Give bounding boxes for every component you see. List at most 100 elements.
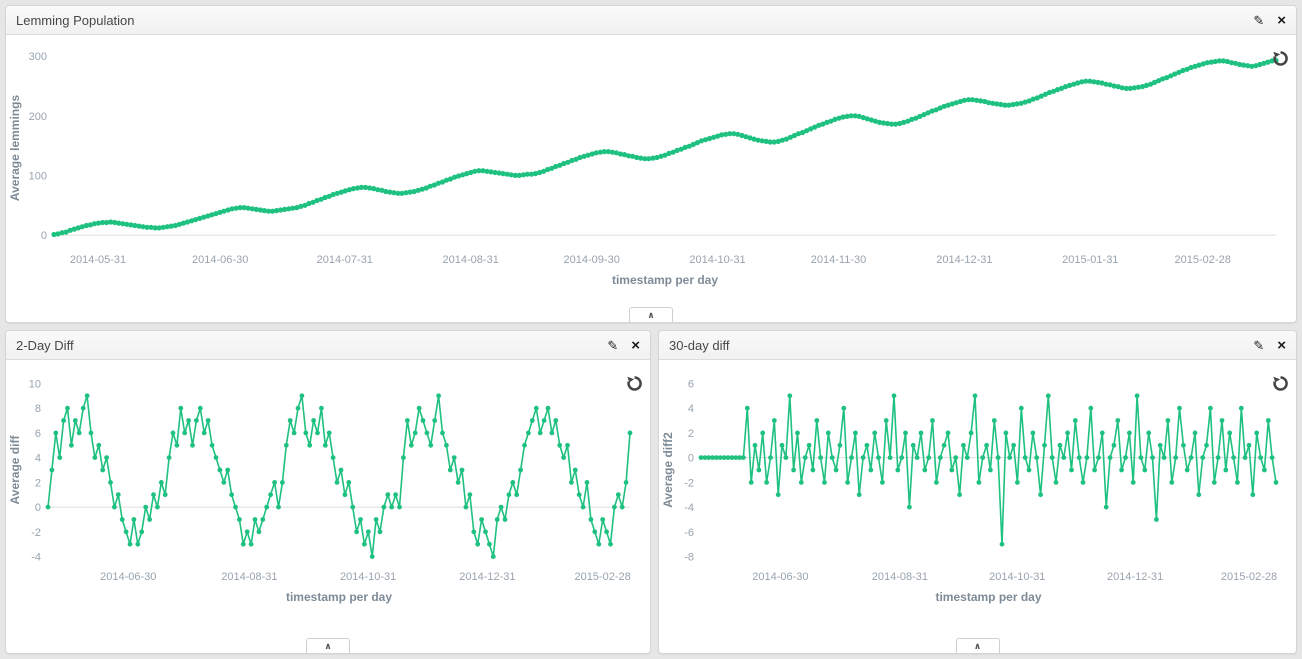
- data-point: [942, 443, 947, 448]
- data-point: [237, 517, 242, 522]
- y-tick-label: 6: [35, 428, 41, 440]
- data-point: [343, 492, 348, 497]
- data-point: [417, 406, 422, 411]
- data-point: [93, 455, 98, 460]
- y-axis-title: Average diff: [8, 435, 22, 505]
- data-point: [934, 480, 939, 485]
- collapse-panel-button[interactable]: ∧: [306, 638, 350, 653]
- y-tick-label: -4: [684, 502, 694, 514]
- data-point: [436, 393, 441, 398]
- data-point: [565, 443, 570, 448]
- data-point: [1166, 418, 1171, 423]
- data-point: [628, 431, 633, 436]
- data-point: [1154, 517, 1159, 522]
- data-point: [984, 443, 989, 448]
- edit-icon[interactable]: ✎: [1253, 14, 1264, 27]
- data-point: [210, 443, 215, 448]
- thirty-day-diff-chart[interactable]: 6420-2-4-6-82014-06-302014-08-312014-10-…: [659, 364, 1294, 616]
- collapse-panel-button[interactable]: ∧: [629, 307, 673, 322]
- data-point: [876, 455, 881, 460]
- panel-header[interactable]: 2-Day Diff ✎ ×: [6, 331, 650, 360]
- data-point: [1081, 480, 1086, 485]
- x-tick-label: 2014-08-31: [221, 571, 277, 583]
- close-icon[interactable]: ×: [1277, 13, 1286, 28]
- x-tick-label: 2015-01-31: [1062, 254, 1118, 266]
- data-point: [1050, 455, 1055, 460]
- data-point: [550, 431, 555, 436]
- close-icon[interactable]: ×: [1277, 338, 1286, 353]
- y-tick-label: 100: [29, 170, 47, 182]
- data-point: [1185, 468, 1190, 473]
- data-point: [1096, 455, 1101, 460]
- data-point: [425, 431, 430, 436]
- panel-title: Lemming Population: [16, 13, 135, 28]
- data-point: [65, 406, 70, 411]
- y-tick-label: 10: [29, 378, 41, 390]
- x-tick-label: 2014-10-31: [340, 571, 396, 583]
- data-point: [818, 455, 823, 460]
- data-point: [1200, 455, 1205, 460]
- y-tick-label: -4: [31, 552, 41, 564]
- data-point: [915, 455, 920, 460]
- data-point: [440, 431, 445, 436]
- panel-header[interactable]: Lemming Population ✎ ×: [6, 6, 1296, 35]
- y-axis-title: Average diff2: [661, 432, 675, 508]
- data-point: [339, 468, 344, 473]
- data-point: [1274, 480, 1279, 485]
- data-point: [81, 406, 86, 411]
- data-point: [483, 529, 488, 534]
- data-point: [1142, 468, 1147, 473]
- reset-zoom-icon[interactable]: [1273, 376, 1288, 391]
- data-point: [857, 492, 862, 497]
- data-point: [401, 455, 406, 460]
- data-point: [988, 468, 993, 473]
- y-tick-label: 4: [688, 403, 694, 415]
- data-point: [814, 418, 819, 423]
- data-point: [807, 443, 812, 448]
- y-tick-label: 0: [35, 502, 41, 514]
- data-point: [124, 529, 129, 534]
- data-point: [780, 443, 785, 448]
- data-point: [596, 542, 601, 547]
- data-point: [946, 431, 951, 436]
- data-point: [1073, 418, 1078, 423]
- data-point: [1069, 468, 1074, 473]
- reset-zoom-icon[interactable]: [1273, 51, 1288, 66]
- data-point: [323, 443, 328, 448]
- data-point: [1150, 455, 1155, 460]
- y-tick-label: 8: [35, 403, 41, 415]
- data-point: [895, 468, 900, 473]
- y-tick-label: 200: [29, 111, 47, 123]
- data-point: [1027, 468, 1032, 473]
- data-point: [1266, 418, 1271, 423]
- data-point: [919, 431, 924, 436]
- two-day-diff-chart[interactable]: 1086420-2-42014-06-302014-08-312014-10-3…: [6, 364, 648, 616]
- circular-arrow-icon: [627, 376, 642, 391]
- data-point: [1127, 431, 1132, 436]
- lemming-population-chart[interactable]: 30020010002014-05-312014-06-302014-07-31…: [6, 39, 1294, 307]
- panel-header[interactable]: 30-day diff ✎ ×: [659, 331, 1296, 360]
- edit-icon[interactable]: ✎: [607, 339, 618, 352]
- data-point: [1189, 455, 1194, 460]
- data-point: [577, 492, 582, 497]
- data-point: [526, 431, 531, 436]
- data-point: [276, 505, 281, 510]
- data-point: [456, 480, 461, 485]
- edit-icon[interactable]: ✎: [1253, 339, 1264, 352]
- data-point: [202, 431, 207, 436]
- data-point: [1108, 455, 1113, 460]
- data-point: [949, 468, 954, 473]
- collapse-panel-button[interactable]: ∧: [956, 638, 1000, 653]
- data-point: [85, 393, 90, 398]
- reset-zoom-icon[interactable]: [627, 376, 642, 391]
- data-point: [257, 529, 262, 534]
- data-point: [768, 455, 773, 460]
- data-point: [233, 505, 238, 510]
- data-point: [795, 431, 800, 436]
- data-point: [249, 542, 254, 547]
- data-point: [1162, 455, 1167, 460]
- close-icon[interactable]: ×: [631, 338, 640, 353]
- data-point: [922, 468, 927, 473]
- data-point: [507, 492, 512, 497]
- data-point: [1220, 418, 1225, 423]
